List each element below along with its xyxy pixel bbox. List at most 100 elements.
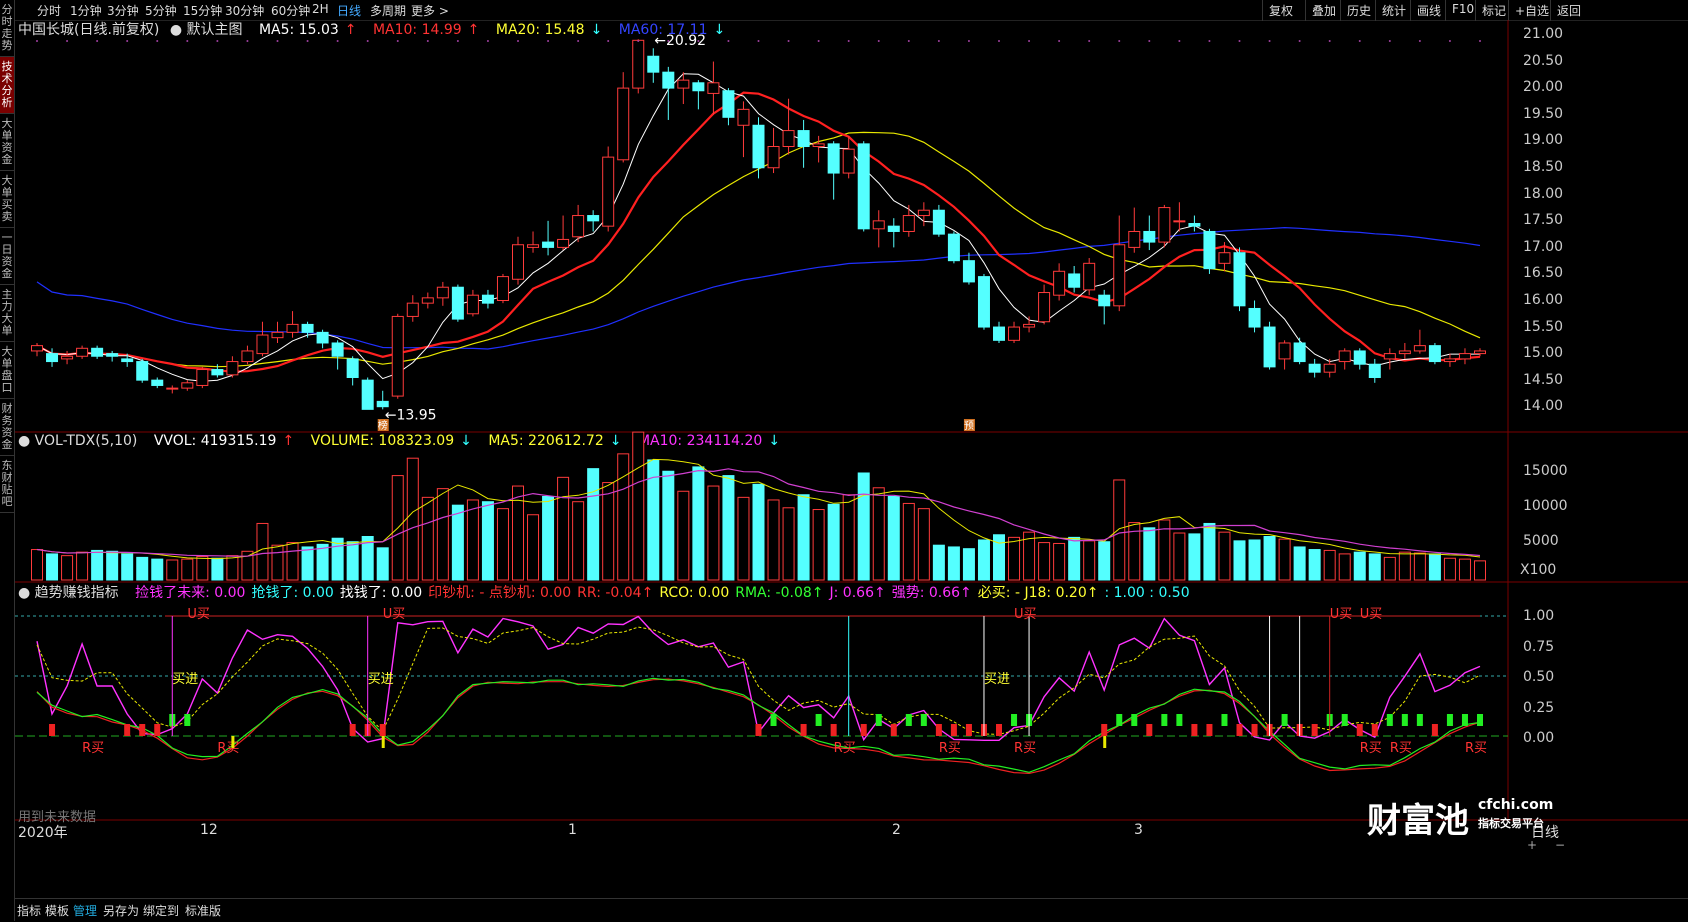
candle-body (376, 400, 389, 408)
volume-bar (662, 470, 675, 581)
sidebar-tab[interactable]: 主力大单 (0, 285, 14, 342)
signal-dot (366, 40, 369, 42)
signal-dot (907, 40, 910, 42)
candle-body (797, 130, 810, 148)
period-button[interactable]: 多周期 (370, 2, 406, 19)
u-buy-label: U买 (383, 607, 406, 622)
volume-bar (1353, 551, 1366, 581)
volume-bar (106, 550, 119, 581)
sidebar-tab[interactable]: 财务资金 (0, 399, 14, 456)
watermark-brand: 财富池 (1367, 801, 1469, 841)
sidebar-tab[interactable]: 大单资金 (0, 114, 14, 171)
volume-bar (1008, 536, 1021, 581)
sidebar-tab[interactable]: 一日资金 (0, 228, 14, 285)
bottom-tab[interactable]: 标准版 (185, 902, 221, 919)
volume-bar (1398, 551, 1411, 581)
indicator-tick: 0.25 (1523, 699, 1555, 716)
volume-bar (707, 485, 720, 581)
period-button[interactable]: 3分钟 (107, 2, 139, 19)
price-tick: 17.00 (1523, 238, 1564, 255)
candle-body (1053, 270, 1066, 296)
event-marker-text: 榜 (378, 419, 388, 432)
candle-body (391, 315, 404, 397)
volume-bar (226, 555, 239, 581)
period-button[interactable]: 日线 (337, 2, 361, 19)
candle-body (256, 334, 269, 355)
price-tick: 14.50 (1523, 371, 1564, 388)
candle-body (602, 156, 615, 227)
toolbar-right-button[interactable]: 标记 (1475, 0, 1512, 21)
candle-body (1263, 326, 1276, 368)
candle-body (346, 358, 359, 378)
period-button[interactable]: 更多 > (411, 2, 449, 19)
signal-block (1116, 714, 1123, 726)
bottom-tab[interactable]: 绑定到 (143, 902, 179, 919)
candle-body (647, 55, 660, 73)
toolbar-right-button[interactable]: 叠加 (1305, 0, 1342, 21)
sidebar-tab[interactable]: 大单买卖 (0, 171, 14, 228)
bottom-tab[interactable]: 模板 (45, 902, 69, 919)
volume-bar (1203, 522, 1216, 581)
u-buy-label: U买 (1330, 607, 1353, 622)
signal-block (950, 724, 957, 736)
candle-body (842, 148, 855, 174)
period-button[interactable]: 30分钟 (225, 2, 264, 19)
signal-dot (1328, 40, 1331, 42)
sidebar-tab[interactable]: 分时走势 (0, 0, 14, 57)
volume-bar (797, 494, 810, 581)
volume-bar (481, 501, 494, 581)
volume-bar (632, 431, 645, 581)
sidebar-tab[interactable]: 技术分析 (0, 57, 14, 114)
low-price-label: ←13.95 (385, 407, 437, 423)
bottom-tab[interactable]: 指标 (17, 902, 41, 919)
zoom-out-icon[interactable]: − (1555, 838, 1565, 852)
bottom-tab[interactable]: 另存为 (103, 902, 139, 919)
volume-bar (166, 559, 179, 581)
sidebar-tab[interactable]: 东财贴吧 (0, 456, 14, 513)
sidebar-tab[interactable]: 大单盘口 (0, 342, 14, 399)
volume-bar (692, 466, 705, 581)
zoom-in-icon[interactable]: + (1527, 838, 1537, 852)
candle-body (857, 143, 870, 230)
signal-dot (1088, 40, 1091, 42)
period-button[interactable]: 5分钟 (145, 2, 177, 19)
period-button[interactable]: 2H (312, 2, 329, 16)
toolbar-right-button[interactable]: 复权 (1262, 0, 1299, 21)
period-button[interactable]: 1分钟 (70, 2, 102, 19)
candle-body (1173, 220, 1186, 223)
candle-body (121, 358, 134, 363)
yellow-marker (1103, 736, 1107, 748)
volume-bar (722, 475, 735, 581)
event-marker-text: 预 (964, 420, 974, 432)
candle-body (151, 379, 164, 386)
period-button[interactable]: 分时 (37, 2, 61, 19)
period-button[interactable]: 60分钟 (271, 2, 310, 19)
volume-bar (1233, 540, 1246, 581)
volume-bar (1068, 536, 1081, 581)
candle-body (887, 225, 900, 232)
toolbar-right-button[interactable]: 统计 (1375, 0, 1412, 21)
candle-body (827, 143, 840, 174)
volume-bar (1083, 540, 1096, 581)
signal-block (1341, 714, 1348, 726)
volume-bar (1053, 542, 1066, 581)
toolbar-right-button[interactable]: 画线 (1410, 0, 1447, 21)
volume-bar (677, 490, 690, 581)
bottom-tab[interactable]: 管理 (73, 902, 97, 919)
volume-bar (376, 547, 389, 581)
candle-body (557, 238, 570, 248)
signal-block (1281, 714, 1288, 726)
candle-body (61, 355, 74, 360)
candle-body (421, 297, 434, 304)
period-button[interactable]: 15分钟 (183, 2, 222, 19)
signal-block (1461, 714, 1468, 726)
volume-unit-label: X100 (1520, 562, 1557, 578)
candle-body (993, 326, 1005, 341)
volume-bar (151, 558, 164, 581)
volume-bar (301, 546, 314, 581)
toolbar-right-button[interactable]: 历史 (1340, 0, 1377, 21)
candle-body (692, 82, 705, 92)
candle-body (782, 130, 795, 148)
candle-body (1068, 273, 1081, 288)
chart-canvas[interactable]: U买 U买 U买 U买 U买R买 R买 R买 R买 R买 R买 R买 R买买进 买进 买进 ←20.92←… (15, 20, 1688, 898)
